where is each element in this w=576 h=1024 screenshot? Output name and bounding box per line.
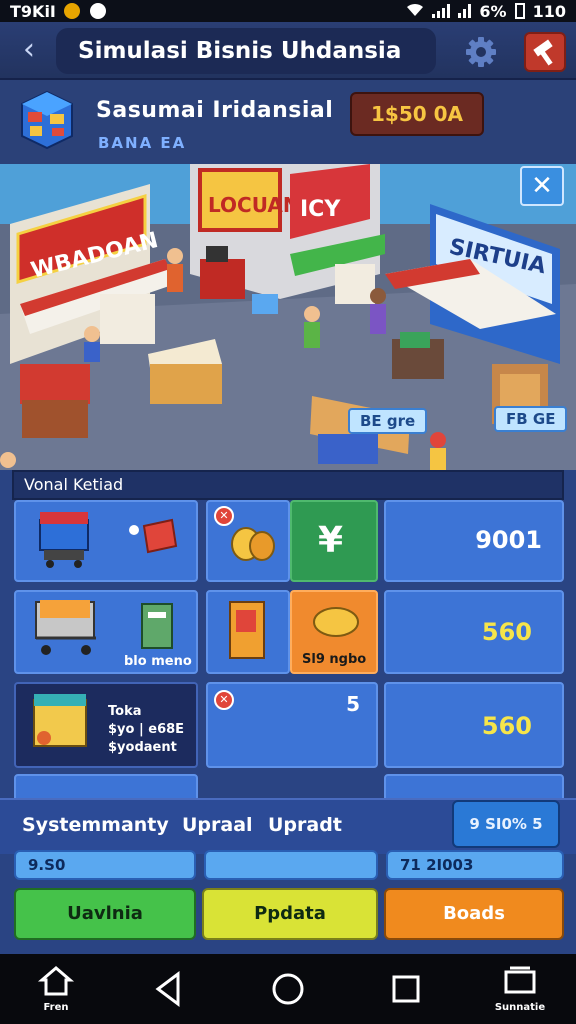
scene-tag-mid: BE gre xyxy=(348,408,428,434)
bread-label: Sl9 ngbo xyxy=(302,652,367,667)
value-card-1[interactable]: 9001 xyxy=(384,500,564,582)
orange-action-button[interactable]: Boads xyxy=(384,888,564,940)
status-bar: T9KiI 6% 110 xyxy=(0,0,576,22)
menu-icon xyxy=(504,966,536,994)
stat-field-middle xyxy=(204,850,378,880)
shop-icon xyxy=(33,694,87,747)
game-title: Simulasi Bisnis Uhdansia xyxy=(56,28,436,74)
upgrade-badge[interactable]: 9 SI0% 5 xyxy=(452,800,560,848)
close-icon: ✕ xyxy=(531,171,553,201)
section-title: Vonal Ketiad xyxy=(12,470,564,500)
yellow-action-button[interactable]: Ppdata xyxy=(202,888,378,940)
home-icon xyxy=(37,966,75,996)
value-label: 560 xyxy=(481,712,532,740)
remove-icon[interactable]: ✕ xyxy=(214,506,234,526)
battery-icon xyxy=(514,3,525,19)
cart-label: blo meno xyxy=(124,654,192,669)
check-notification-icon xyxy=(89,3,106,19)
back-triangle-icon xyxy=(155,971,180,1007)
close-button[interactable]: ✕ xyxy=(520,166,564,206)
value-card-3[interactable]: 560 xyxy=(384,682,564,768)
nav-home[interactable]: Fren xyxy=(26,954,86,1024)
upgrade-label-1: Systemmanty xyxy=(22,814,169,836)
home-circle-icon xyxy=(272,973,304,1005)
item-card-bread[interactable]: Sl9 ngbo xyxy=(290,590,378,674)
item-card-cart[interactable]: blo meno xyxy=(14,590,198,674)
market-illustration: WBADOAN LOCUAN ICY SIRTUIA xyxy=(0,164,576,470)
center-side-sign: ICY xyxy=(300,197,341,222)
stat-field-left: 9.S0 xyxy=(14,850,196,880)
count-label: 5 xyxy=(346,692,360,716)
nav-menu[interactable]: Sunnatie xyxy=(490,954,550,1024)
market-scene[interactable]: WBADOAN LOCUAN ICY SIRTUIA xyxy=(0,164,576,470)
recents-icon xyxy=(392,975,420,1003)
remove-icon[interactable]: ✕ xyxy=(214,690,234,710)
hammer-icon xyxy=(533,39,553,66)
shop-logo-icon[interactable] xyxy=(18,88,76,152)
yen-icon: ¥ xyxy=(318,520,344,561)
value-card-2[interactable]: 560 xyxy=(384,590,564,674)
signal-icon-2 xyxy=(458,4,472,18)
build-button[interactable] xyxy=(524,32,566,72)
navigation-bar: Fren Sunnatie xyxy=(0,954,576,1024)
battery-label: 6% xyxy=(479,1,507,21)
center-shop-sign: LOCUAN xyxy=(208,193,300,217)
shop-name: Sasumai Iridansial xyxy=(96,98,334,123)
value-label: 9001 xyxy=(475,526,542,554)
back-button[interactable]: ‹ xyxy=(12,32,46,70)
signal-icon xyxy=(432,4,451,18)
upgrade-label-2: Upraal xyxy=(182,814,253,836)
value-label: 560 xyxy=(481,618,532,646)
info-line-3: $yodaent xyxy=(108,740,177,755)
wifi-icon xyxy=(406,2,424,21)
item-card-kiosk[interactable] xyxy=(14,500,198,582)
vending-machine-icon xyxy=(229,601,265,659)
carrier-label: T9KiI xyxy=(10,1,56,21)
scene-tag-right: FB GE xyxy=(494,406,568,432)
yen-card[interactable]: ¥ xyxy=(290,500,378,582)
item-card-machine[interactable] xyxy=(206,590,290,674)
game-screen: T9KiI 6% 110 ‹ Simulasi Bisnis Uhdansia xyxy=(0,0,576,1024)
info-line-1: Toka xyxy=(108,704,142,719)
stat-field-right: 71 2I003 xyxy=(386,850,564,880)
info-line-2: $yo | e68E xyxy=(108,722,185,737)
settings-button[interactable] xyxy=(462,34,500,70)
item-card-coins[interactable]: ✕ xyxy=(206,500,290,582)
shop-subtitle: BANA EA xyxy=(98,134,187,152)
nav-home-circle[interactable] xyxy=(258,954,318,1024)
app-notification-icon xyxy=(63,3,80,19)
shop-profile: Sasumai Iridansial BANA EA 1$50 0A xyxy=(0,80,576,164)
kiosk-icon xyxy=(39,512,178,568)
count-card[interactable]: ✕ 5 xyxy=(206,682,378,768)
nav-menu-label: Sunnatie xyxy=(494,1002,546,1013)
gear-icon xyxy=(466,37,496,67)
nav-home-label: Fren xyxy=(43,1002,69,1013)
bread-icon xyxy=(313,607,359,637)
money-counter: 1$50 0A xyxy=(350,92,484,136)
top-header: ‹ Simulasi Bisnis Uhdansia xyxy=(0,22,576,80)
upgrade-label-3: Upradt xyxy=(268,814,342,836)
nav-back[interactable] xyxy=(138,954,198,1024)
upgrade-bar: Systemmanty Upraal Upradt 9 SI0% 5 xyxy=(0,798,576,854)
green-action-button[interactable]: Uavlnia xyxy=(14,888,196,940)
nav-recents[interactable] xyxy=(376,954,436,1024)
clock-label: 110 xyxy=(532,1,566,21)
shop-info-card[interactable]: Toka $yo | e68E $yodaent xyxy=(14,682,198,768)
